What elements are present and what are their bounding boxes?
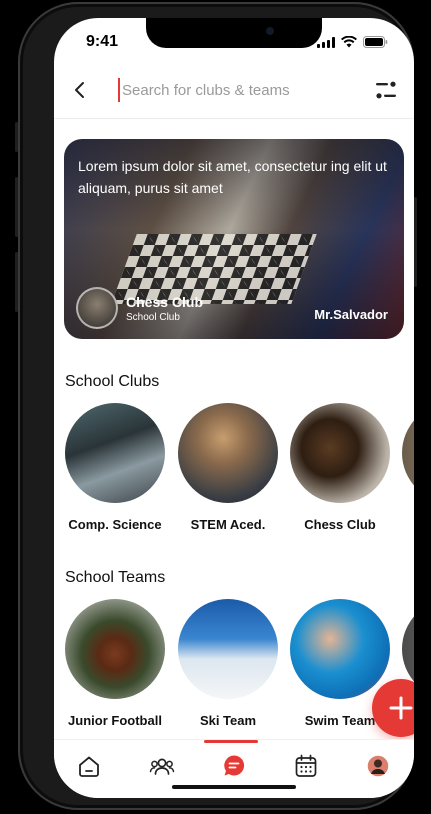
volume-up-button [15, 177, 18, 237]
skier-image [178, 599, 278, 699]
featured-club-subtitle: School Club [126, 312, 180, 323]
home-icon[interactable] [75, 752, 103, 780]
search-input[interactable] [118, 78, 322, 102]
active-tab-indicator [204, 740, 258, 743]
volume-down-button [15, 252, 18, 312]
app-screen: 9:41 Search for clubs & teams Lorem ipsu… [54, 18, 414, 798]
main-content[interactable]: Lorem ipsum dolor sit amet, consectetur … [54, 119, 414, 739]
football-image [65, 599, 165, 699]
profile-avatar[interactable] [364, 752, 392, 780]
status-icons [317, 36, 388, 48]
featured-coach-name: Mr.Salvador [314, 307, 388, 322]
chess-pieces-image [290, 403, 390, 503]
club-item[interactable]: Comp. Science [60, 403, 170, 532]
cellular-signal-icon [317, 36, 335, 48]
laptop-hands-image [65, 403, 165, 503]
featured-club-name: Chess Club [126, 294, 204, 310]
status-time: 9:41 [86, 33, 119, 50]
club-thumbnail [402, 403, 414, 503]
student-robotics-image [178, 403, 278, 503]
search-bar [54, 66, 414, 119]
team-item[interactable]: Junior Football [60, 599, 170, 728]
notch [146, 18, 322, 48]
club-item-partial[interactable] [397, 403, 414, 503]
team-item[interactable]: Ski Team [173, 599, 283, 728]
featured-description: Lorem ipsum dolor sit amet, consectetur … [78, 158, 387, 196]
featured-club-card[interactable]: Lorem ipsum dolor sit amet, consectetur … [64, 139, 404, 339]
calendar-icon[interactable] [292, 752, 320, 780]
wifi-icon [341, 36, 357, 48]
school-teams-title: School Teams [65, 569, 166, 586]
battery-icon [363, 36, 388, 48]
team-label: Junior Football [68, 713, 162, 728]
phone-frame: 9:41 Search for clubs & teams Lorem ipsu… [15, 2, 417, 810]
people-icon[interactable] [148, 752, 176, 780]
power-button [414, 197, 417, 287]
club-item[interactable]: STEM Aced. [173, 403, 283, 532]
school-clubs-row[interactable]: Comp. Science STEM Aced. Chess Club [54, 403, 414, 553]
bottom-tab-bar [54, 739, 414, 798]
school-clubs-title: School Clubs [65, 373, 160, 390]
chat-icon[interactable] [220, 752, 248, 780]
club-item[interactable]: Chess Club [285, 403, 395, 532]
club-label: STEM Aced. [190, 517, 266, 532]
school-teams-row[interactable]: Junior Football Ski Team Swim Team [54, 599, 414, 739]
swimmer-image [290, 599, 390, 699]
filter-icon[interactable] [374, 78, 398, 102]
club-label: Comp. Science [68, 517, 162, 532]
home-indicator [172, 785, 296, 789]
mute-switch [15, 122, 18, 152]
back-arrow-icon[interactable] [68, 78, 92, 102]
team-label: Ski Team [199, 713, 257, 728]
club-label: Chess Club [304, 517, 376, 532]
club-avatar [76, 287, 118, 329]
front-camera [266, 27, 274, 35]
